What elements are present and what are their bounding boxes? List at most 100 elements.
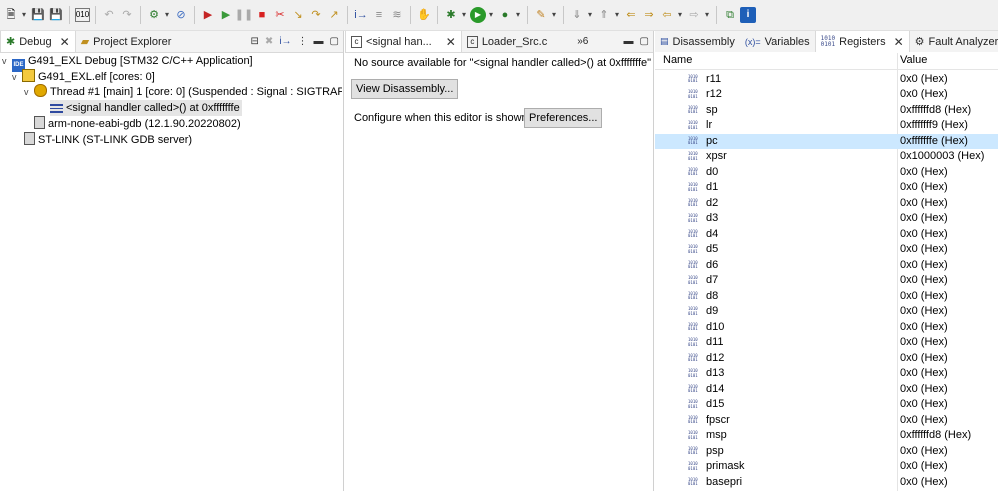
tab-fault-analyzer[interactable]: ⚙ Fault Analyzer <box>910 31 998 52</box>
tree-item-stlink[interactable]: ST-LINK (ST-LINK GDB server) <box>14 132 192 148</box>
tab-registers[interactable]: 1010 0101 Registers ✕ <box>814 31 910 52</box>
register-value[interactable]: 0x0 (Hex) <box>900 304 948 320</box>
next-edit-icon[interactable]: ⇒ <box>641 7 657 23</box>
register-value[interactable]: 0x0 (Hex) <box>900 413 948 429</box>
register-row[interactable]: 1010 0101 basepri 0x0 (Hex) <box>655 475 998 491</box>
chevron-down-icon[interactable]: ▾ <box>676 7 684 23</box>
disconnect-icon[interactable]: ✂ <box>272 7 288 23</box>
chevron-down-icon[interactable]: ▾ <box>460 7 468 23</box>
register-value[interactable]: 0x0 (Hex) <box>900 289 948 305</box>
open-perspective-icon[interactable]: ⧉ <box>722 7 738 23</box>
register-value[interactable]: 0x0 (Hex) <box>900 444 948 460</box>
list-icon[interactable]: ≡ <box>371 7 387 23</box>
suspend-icon[interactable]: ▶ <box>218 7 234 23</box>
register-row[interactable]: 1010 0101 d3 0x0 (Hex) <box>655 211 998 227</box>
instruction-stepping-icon[interactable]: i→ <box>353 7 369 23</box>
new-icon[interactable]: 🗎 <box>3 7 19 23</box>
register-value[interactable]: 0x0 (Hex) <box>900 335 948 351</box>
register-value[interactable]: 0x0 (Hex) <box>900 475 948 491</box>
tab-variables[interactable]: (x)= Variables <box>740 31 815 52</box>
register-value[interactable]: 0xffffffd8 (Hex) <box>900 428 971 444</box>
register-row[interactable]: 1010 0101 d6 0x0 (Hex) <box>655 258 998 274</box>
register-row[interactable]: 1010 0101 fpscr 0x0 (Hex) <box>655 413 998 429</box>
register-row[interactable]: 1010 0101 lr 0xfffffff9 (Hex) <box>655 118 998 134</box>
register-row[interactable]: 1010 0101 primask 0x0 (Hex) <box>655 459 998 475</box>
resume-icon[interactable]: ▶ <box>200 7 216 23</box>
hand-icon[interactable]: ✋ <box>416 7 432 23</box>
tree-item-stack-frame[interactable]: <signal handler called>() at 0xfffffffe <box>50 100 242 116</box>
save-all-icon[interactable]: 💾 <box>48 7 64 23</box>
prev-annotation-icon[interactable]: ⇑ <box>596 7 612 23</box>
close-icon[interactable]: ✕ <box>446 35 456 49</box>
register-row[interactable]: 1010 0101 d10 0x0 (Hex) <box>655 320 998 336</box>
back-icon[interactable]: ⇦ <box>659 7 675 23</box>
remove-terminated-icon[interactable]: ✖ <box>265 36 273 47</box>
coverage-icon[interactable]: ● <box>497 7 513 23</box>
register-value[interactable]: 0x0 (Hex) <box>900 366 948 382</box>
preferences-button[interactable]: Preferences... <box>524 108 603 128</box>
step-return-icon[interactable]: ↗ <box>326 7 342 23</box>
collapse-all-icon[interactable]: ⊟ <box>251 36 259 47</box>
terminate-icon[interactable]: ■ <box>254 7 270 23</box>
register-value[interactable]: 0x0 (Hex) <box>900 459 948 475</box>
register-row[interactable]: 1010 0101 d8 0x0 (Hex) <box>655 289 998 305</box>
tab-debug[interactable]: ✱ Debug ✕ <box>0 31 76 52</box>
chevron-down-icon[interactable]: ▾ <box>550 7 558 23</box>
chevron-down-icon[interactable]: ▾ <box>487 7 495 23</box>
chevron-down-icon[interactable]: ▾ <box>20 7 28 23</box>
chevron-down-icon[interactable]: ▾ <box>514 7 522 23</box>
maximize-icon[interactable]: ▢ <box>330 36 339 47</box>
tree-item-elf[interactable]: v G491_EXL.elf [cores: 0] <box>12 69 155 85</box>
register-value[interactable]: 0x0 (Hex) <box>900 382 948 398</box>
restart-icon[interactable]: ≋ <box>389 7 405 23</box>
chevron-down-icon[interactable]: v <box>2 53 12 69</box>
register-row[interactable]: 1010 0101 xpsr 0x1000003 (Hex) <box>655 149 998 165</box>
run-icon[interactable]: ▶ <box>470 7 486 23</box>
undo-icon[interactable]: ↶ <box>101 7 117 23</box>
register-value[interactable]: 0xfffffff9 (Hex) <box>900 118 968 134</box>
register-value[interactable]: 0x0 (Hex) <box>900 196 948 212</box>
debug-run-icon[interactable]: ✱ <box>443 7 459 23</box>
close-icon[interactable]: ✕ <box>894 35 904 49</box>
register-value[interactable]: 0x0 (Hex) <box>900 273 948 289</box>
minimize-icon[interactable]: ▬ <box>314 36 324 47</box>
register-row[interactable]: 1010 0101 d14 0x0 (Hex) <box>655 382 998 398</box>
register-value[interactable]: 0x0 (Hex) <box>900 242 948 258</box>
chevron-down-icon[interactable]: v <box>12 69 22 85</box>
register-value[interactable]: 0xfffffffe (Hex) <box>900 134 968 150</box>
column-name-header[interactable]: Name <box>663 52 692 69</box>
tab-project-explorer[interactable]: ▰ Project Explorer <box>76 31 177 52</box>
register-row[interactable]: 1010 0101 d2 0x0 (Hex) <box>655 196 998 212</box>
debug-icon[interactable]: ⚙ <box>146 7 162 23</box>
register-value[interactable]: 0x0 (Hex) <box>900 397 948 413</box>
step-mode-icon[interactable]: i→ <box>279 36 291 47</box>
register-row[interactable]: 1010 0101 d0 0x0 (Hex) <box>655 165 998 181</box>
register-row[interactable]: 1010 0101 msp 0xffffffd8 (Hex) <box>655 428 998 444</box>
tab-disassembly[interactable]: ▤ Disassembly <box>655 31 740 52</box>
minimize-icon[interactable]: ▬ <box>624 36 634 47</box>
save-icon[interactable]: 💾 <box>30 7 46 23</box>
maximize-icon[interactable]: ▢ <box>640 36 649 47</box>
redo-icon[interactable]: ↷ <box>119 7 135 23</box>
register-row[interactable]: 1010 0101 pc 0xfffffffe (Hex) <box>655 133 998 150</box>
column-value-header[interactable]: Value <box>900 52 927 69</box>
tab-signal-handler[interactable]: c <signal han... ✕ <box>345 31 462 52</box>
register-value[interactable]: 0x0 (Hex) <box>900 180 948 196</box>
build-icon[interactable]: 010 <box>75 8 90 22</box>
register-row[interactable]: 1010 0101 d5 0x0 (Hex) <box>655 242 998 258</box>
register-value[interactable]: 0xffffffd8 (Hex) <box>900 103 971 119</box>
register-row[interactable]: 1010 0101 sp 0xffffffd8 (Hex) <box>655 103 998 119</box>
step-over-icon[interactable]: ↷ <box>308 7 324 23</box>
skip-breakpoints-icon[interactable]: ⊘ <box>173 7 189 23</box>
chevron-down-icon[interactable]: v <box>24 84 34 100</box>
pause-icon[interactable]: ❚❚ <box>235 7 253 23</box>
tab-overflow[interactable]: »6 <box>572 31 593 52</box>
register-row[interactable]: 1010 0101 d13 0x0 (Hex) <box>655 366 998 382</box>
register-value[interactable]: 0x0 (Hex) <box>900 351 948 367</box>
register-row[interactable]: 1010 0101 d4 0x0 (Hex) <box>655 227 998 243</box>
register-row[interactable]: 1010 0101 d7 0x0 (Hex) <box>655 273 998 289</box>
register-value[interactable]: 0x0 (Hex) <box>900 72 948 88</box>
register-row[interactable]: 1010 0101 d9 0x0 (Hex) <box>655 304 998 320</box>
tree-item-thread[interactable]: v Thread #1 [main] 1 [core: 0] (Suspended… <box>24 84 342 100</box>
register-value[interactable]: 0x0 (Hex) <box>900 258 948 274</box>
